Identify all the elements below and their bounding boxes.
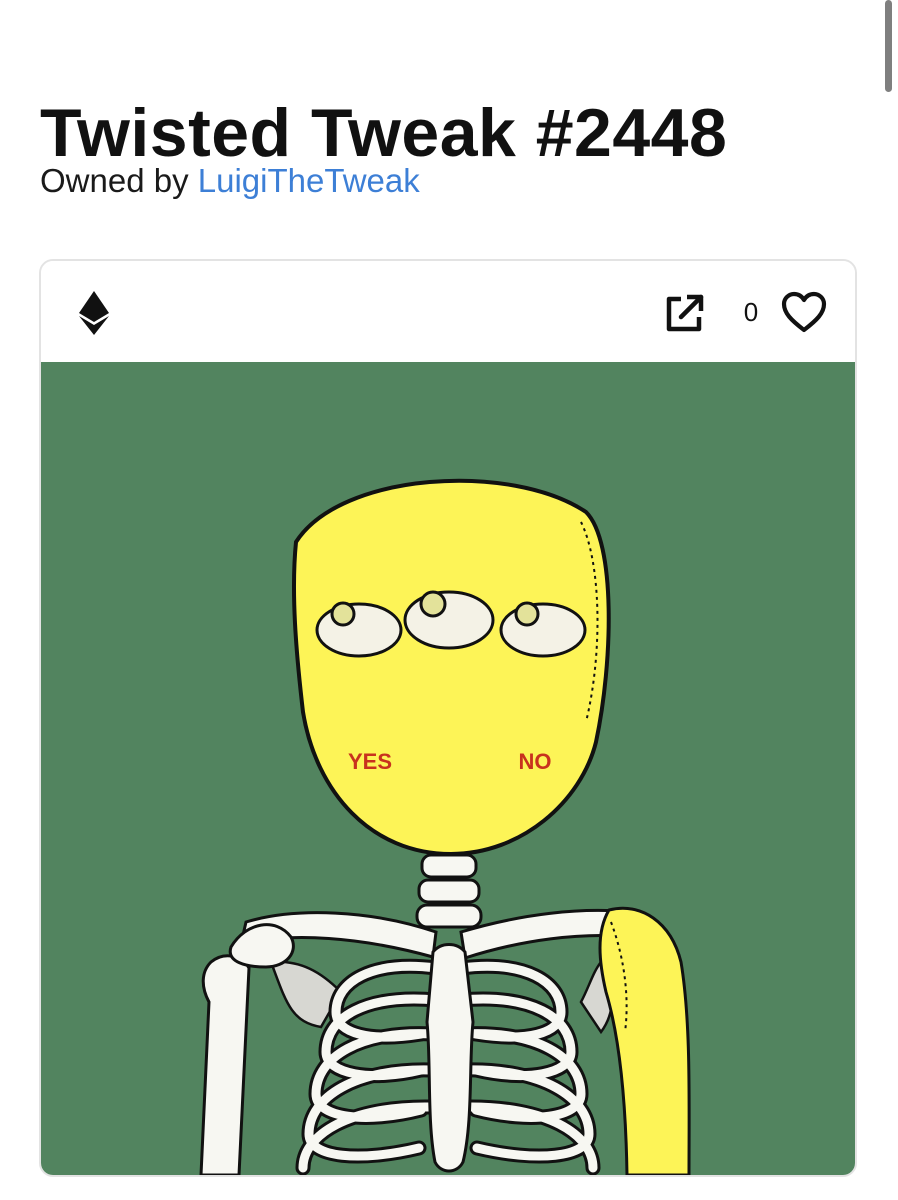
cheek-left-text: YES	[348, 749, 392, 774]
external-link-icon[interactable]	[663, 293, 705, 335]
page-scrollbar[interactable]	[885, 0, 892, 92]
nft-card: 0 YES NO	[39, 259, 857, 1177]
page-title: Twisted Tweak #2448	[40, 94, 728, 171]
card-header: 0	[41, 261, 855, 362]
left-arm-bone	[199, 954, 251, 1175]
cheek-right-text: NO	[519, 749, 552, 774]
yellow-head	[291, 478, 611, 857]
owner-link[interactable]: LuigiTheTweak	[198, 162, 420, 199]
like-count: 0	[743, 297, 759, 327]
sternum	[425, 943, 475, 1173]
nft-artwork-image: YES NO	[41, 362, 855, 1175]
heart-icon[interactable]	[781, 291, 827, 333]
owned-by-label: Owned by	[40, 162, 189, 199]
owner-line: Owned by LuigiTheTweak	[40, 162, 420, 200]
ethereum-icon	[79, 291, 109, 335]
